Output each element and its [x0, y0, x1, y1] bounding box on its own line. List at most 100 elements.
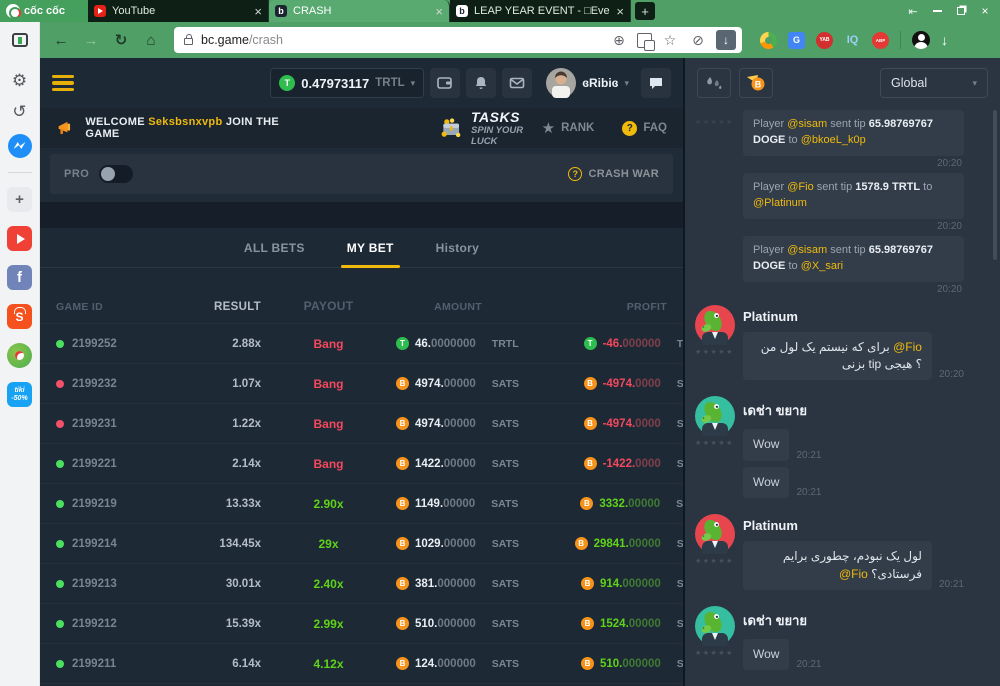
- downloads-icon[interactable]: ↓: [941, 32, 948, 48]
- back-button[interactable]: ←: [48, 27, 74, 53]
- mention[interactable]: @sisam: [787, 118, 827, 130]
- reload-button[interactable]: ↻: [108, 27, 134, 53]
- mention[interactable]: @Fio: [787, 181, 813, 193]
- coccoc-logo[interactable]: cốc cốc: [0, 0, 88, 22]
- game-id[interactable]: 2199214: [72, 538, 117, 550]
- tab-close-icon[interactable]: ×: [435, 5, 443, 18]
- trtl-coin-icon: T: [279, 75, 295, 91]
- new-tab-button[interactable]: +: [635, 2, 655, 20]
- yab-extension-icon[interactable]: YAB: [816, 32, 833, 49]
- tasks-title: TASKS: [471, 109, 542, 125]
- browser-profile-icon[interactable]: [912, 31, 930, 49]
- chevron-down-icon: ▾: [624, 78, 629, 89]
- sats-coin-icon: B: [396, 657, 409, 670]
- facebook-shortcut-icon[interactable]: f: [7, 265, 32, 290]
- browser-tab-youtube[interactable]: YouTube ×: [88, 0, 269, 22]
- result-value: 13.33x: [166, 498, 261, 510]
- messenger-icon[interactable]: [8, 134, 32, 158]
- zoom-page-icon[interactable]: ⊕: [609, 32, 629, 49]
- faq-link[interactable]: ?FAQ: [622, 121, 667, 136]
- pro-toggle[interactable]: [99, 165, 133, 183]
- forward-button[interactable]: →: [78, 27, 104, 53]
- mention[interactable]: @bkoeL_k0p: [801, 134, 866, 146]
- tiki-shortcut-icon[interactable]: tiki-50%: [7, 382, 32, 407]
- mention[interactable]: @Fio: [893, 340, 922, 354]
- adblock-shield-icon[interactable]: ⊘: [688, 32, 708, 49]
- user-avatar[interactable]: [695, 606, 735, 646]
- settings-gear-icon[interactable]: ⚙: [12, 72, 27, 89]
- coccoc-savior-extension-icon[interactable]: [760, 32, 777, 49]
- game-id[interactable]: 2199252: [72, 338, 117, 350]
- tab-history[interactable]: History: [436, 241, 479, 255]
- notifications-button[interactable]: [466, 68, 496, 98]
- coin-rain-button[interactable]: [697, 68, 731, 98]
- chat-username[interactable]: Platinum: [743, 309, 964, 324]
- tasks-link[interactable]: TASKSSPIN YOUR LUCK: [439, 109, 542, 147]
- address-bar[interactable]: bc.game/crash ⊕ ☆ ⊘ ↓: [174, 27, 742, 53]
- url-text[interactable]: bc.game/crash: [201, 33, 601, 47]
- game-id[interactable]: 2199231: [72, 418, 117, 430]
- add-shortcut-button[interactable]: +: [7, 187, 32, 212]
- messages-button[interactable]: [502, 68, 532, 98]
- mention[interactable]: @Fio: [839, 567, 868, 581]
- user-avatar[interactable]: [695, 514, 735, 554]
- chat-username[interactable]: Platinum: [743, 518, 964, 533]
- sats-coin-icon: B: [396, 617, 409, 630]
- shopee-shortcut-icon[interactable]: S: [7, 304, 32, 329]
- close-button[interactable]: ×: [974, 2, 996, 20]
- game-id[interactable]: 2199211: [72, 658, 116, 670]
- coin-drop-button[interactable]: [739, 68, 773, 98]
- game-id[interactable]: 2199212: [72, 618, 117, 630]
- browser-tab-crash[interactable]: b CRASH ×: [269, 0, 450, 22]
- mention[interactable]: @Platinum: [753, 197, 807, 209]
- chat-scrollbar[interactable]: [993, 110, 997, 260]
- game-id[interactable]: 2199221: [72, 458, 117, 470]
- minimize-button[interactable]: [926, 2, 948, 20]
- wallet-button[interactable]: [430, 68, 460, 98]
- download-page-button[interactable]: ↓: [716, 30, 736, 50]
- result-value: 15.39x: [166, 618, 261, 630]
- restore-button[interactable]: [950, 2, 972, 20]
- game-id[interactable]: 2199219: [72, 498, 117, 510]
- chat-channel-selector[interactable]: Global▾: [880, 68, 988, 98]
- game-id[interactable]: 2199232: [72, 378, 117, 390]
- rank-link[interactable]: ★RANK: [542, 119, 595, 137]
- megaphone-icon: [56, 117, 75, 139]
- sats-coin-icon: B: [581, 617, 594, 630]
- amount-value: 1422.00000: [415, 458, 476, 470]
- crash-war-link[interactable]: ?CRASH WAR: [568, 167, 659, 181]
- user-avatar[interactable]: [695, 396, 735, 436]
- profit-value: -1422.0000: [603, 458, 661, 470]
- balance-selector[interactable]: T 0.47973117 TRTL ▾: [270, 68, 424, 98]
- game-id[interactable]: 2199213: [72, 578, 117, 590]
- bookmark-star-icon[interactable]: ☆: [660, 32, 680, 49]
- tab-close-icon[interactable]: ×: [616, 5, 624, 18]
- translate-extension-icon[interactable]: G: [788, 32, 805, 49]
- youtube-shortcut-icon[interactable]: [7, 226, 32, 251]
- chat-toggle-button[interactable]: [641, 68, 671, 98]
- coccoc-logo-text: cốc cốc: [24, 5, 65, 17]
- abp-extension-icon[interactable]: ABP: [872, 32, 889, 49]
- sats-coin-icon: B: [580, 497, 593, 510]
- coccoc-shortcut-icon[interactable]: [7, 343, 32, 368]
- iq-extension-icon[interactable]: IQ: [844, 32, 861, 49]
- chat-username[interactable]: เดช่า ขยาย: [743, 400, 964, 421]
- translate-page-icon[interactable]: [637, 33, 652, 48]
- tab-all-bets[interactable]: ALL BETS: [244, 241, 305, 255]
- mention[interactable]: @sisam: [787, 244, 827, 256]
- sidebar-toggle-button[interactable]: [0, 22, 40, 58]
- tab-my-bet[interactable]: MY BET: [347, 241, 394, 255]
- home-button[interactable]: ⌂: [138, 27, 164, 53]
- mention[interactable]: @X_sari: [801, 260, 843, 272]
- sats-coin-icon: B: [396, 497, 409, 510]
- user-menu[interactable]: ɞRibiɞ ▾: [546, 68, 629, 98]
- browser-tab-leap-year[interactable]: b LEAP YEAR EVENT - □Event - ×: [450, 0, 631, 22]
- user-avatar[interactable]: [695, 305, 735, 345]
- crash-game-card: PRO ?CRASH WAR: [40, 148, 683, 202]
- tab-close-icon[interactable]: ×: [254, 5, 262, 18]
- pin-sidebar-icon[interactable]: ⇤: [902, 2, 924, 20]
- bets-section: ALL BETS MY BET History GAME ID RESULT P…: [40, 228, 683, 686]
- hamburger-menu-icon[interactable]: [52, 75, 74, 92]
- chat-username[interactable]: เดช่า ขยาย: [743, 610, 964, 631]
- history-icon[interactable]: ↺: [12, 103, 26, 120]
